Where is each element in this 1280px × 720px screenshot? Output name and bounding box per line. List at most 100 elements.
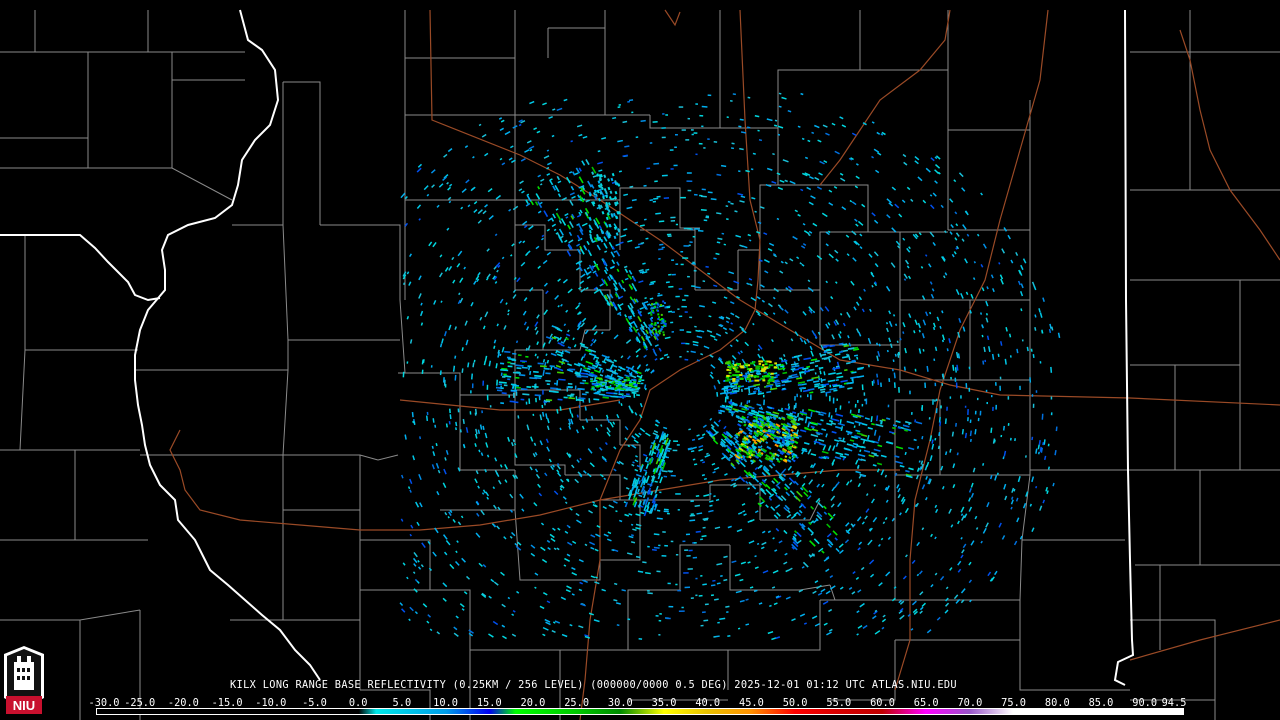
reflectivity-echo [658, 257, 661, 260]
reflectivity-echo [836, 398, 839, 401]
reflectivity-echo [685, 533, 690, 536]
reflectivity-echo [651, 316, 653, 319]
reflectivity-echo [760, 369, 766, 372]
reflectivity-echo [832, 397, 835, 404]
reflectivity-echo [640, 382, 644, 385]
reflectivity-echo [658, 619, 662, 622]
reflectivity-echo [621, 381, 625, 383]
reflectivity-echo [691, 133, 694, 136]
reflectivity-echo [807, 394, 809, 398]
reflectivity-echo [650, 331, 653, 333]
reflectivity-echo [986, 401, 988, 405]
reflectivity-echo [500, 402, 505, 405]
reflectivity-echo [671, 259, 675, 261]
reflectivity-echo [662, 331, 665, 334]
reflectivity-echo [699, 114, 704, 117]
reflectivity-echo [507, 378, 511, 381]
reflectivity-echo [654, 328, 657, 331]
map-background [0, 0, 1280, 720]
reflectivity-echo [682, 540, 686, 543]
reflectivity-echo [694, 193, 698, 196]
reflectivity-echo [647, 589, 650, 592]
reflectivity-echo [863, 392, 866, 396]
reflectivity-echo [756, 365, 761, 368]
reflectivity-echo [684, 586, 691, 589]
reflectivity-echo [685, 139, 690, 141]
reflectivity-echo [656, 321, 659, 324]
logo-window [17, 668, 20, 672]
reflectivity-echo [664, 544, 669, 547]
reflectivity-echo [848, 401, 850, 404]
reflectivity-echo [662, 531, 666, 533]
reflectivity-echo [651, 325, 654, 328]
reflectivity-echo [687, 117, 690, 120]
reflectivity-echo [677, 589, 682, 592]
reflectivity-echo [608, 386, 612, 388]
reflectivity-echo [546, 383, 550, 386]
logo-window [27, 676, 30, 680]
reflectivity-echo [960, 395, 962, 399]
reflectivity-echo [762, 375, 766, 378]
reflectivity-echo [733, 378, 736, 381]
reflectivity-echo [909, 390, 911, 395]
reflectivity-echo [574, 385, 577, 390]
reflectivity-echo [735, 370, 740, 373]
reflectivity-echo [684, 311, 688, 313]
reflectivity-echo [508, 394, 510, 398]
reflectivity-echo [673, 164, 678, 167]
reflectivity-echo [661, 320, 664, 322]
reflectivity-echo [747, 375, 752, 378]
reflectivity-echo [666, 617, 671, 620]
reflectivity-echo [861, 403, 864, 407]
reflectivity-echo [651, 303, 654, 306]
reflectivity-echo [954, 377, 957, 382]
reflectivity-echo [486, 384, 489, 390]
reflectivity-echo [935, 398, 938, 402]
reflectivity-echo [618, 378, 622, 380]
reflectivity-echo [679, 329, 684, 331]
reflectivity-echo [735, 374, 740, 377]
reflectivity-echo [675, 133, 678, 136]
reflectivity-echo [967, 409, 969, 415]
reflectivity-echo [726, 116, 729, 119]
reflectivity-echo [681, 342, 686, 345]
logo-window [27, 668, 30, 672]
reflectivity-echo [682, 257, 689, 259]
reflectivity-echo [603, 382, 607, 384]
reflectivity-echo [695, 153, 698, 156]
reflectivity-echo [665, 114, 669, 116]
reflectivity-echo [1007, 423, 1010, 426]
reflectivity-echo [659, 318, 662, 321]
reflectivity-echo [695, 103, 698, 105]
reflectivity-echo [659, 613, 662, 615]
reflectivity-echo [770, 379, 775, 382]
reflectivity-echo [670, 321, 674, 324]
logo-window [17, 676, 20, 680]
reflectivity-echo [503, 373, 507, 376]
reflectivity-echo [641, 379, 645, 381]
reflectivity-echo [995, 382, 997, 386]
reflectivity-echo [695, 577, 698, 580]
reflectivity-echo [898, 386, 900, 393]
reflectivity-echo [661, 136, 666, 139]
reflectivity-echo [787, 403, 790, 406]
reflectivity-echo [686, 180, 693, 183]
reflectivity-echo [481, 410, 483, 414]
reflectivity-echo [664, 323, 667, 326]
reflectivity-echo [471, 383, 474, 389]
reflectivity-echo [794, 396, 796, 401]
reflectivity-echo [654, 322, 657, 325]
reflectivity-echo [636, 394, 640, 397]
reflectivity-echo [767, 372, 771, 375]
reflectivity-echo [658, 633, 661, 636]
reflectivity-echo [964, 405, 967, 408]
reflectivity-echo [865, 398, 868, 405]
reflectivity-echo [630, 383, 634, 385]
reflectivity-echo [662, 113, 665, 115]
reflectivity-echo [426, 411, 429, 416]
reflectivity-echo [687, 227, 692, 230]
reflectivity-echo [800, 388, 803, 392]
reflectivity-echo [677, 308, 680, 310]
reflectivity-echo [671, 330, 675, 333]
reflectivity-echo [630, 389, 634, 391]
